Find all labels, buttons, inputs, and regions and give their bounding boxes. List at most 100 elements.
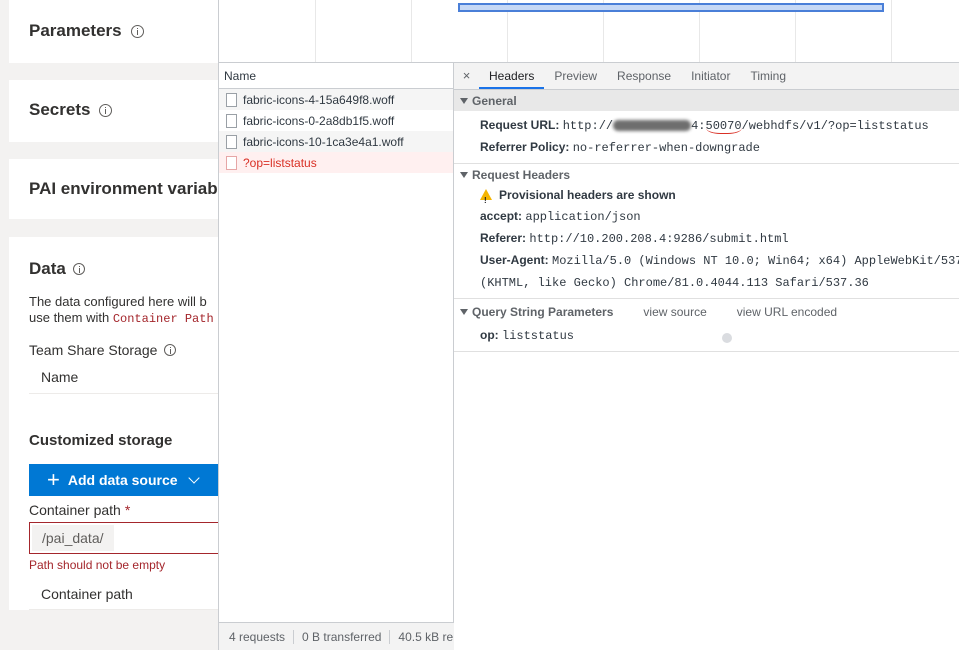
referer-value: http://10.200.208.4:9286/submit.html	[529, 232, 789, 246]
query-string-title: Query String Parameters	[472, 305, 614, 319]
secrets-label: Secrets	[29, 100, 91, 119]
referrer-policy-value: no-referrer-when-downgrade	[572, 141, 760, 155]
url-path: /webhdfs/v1/?op=liststatus	[741, 119, 929, 133]
tab-preview[interactable]: Preview	[544, 63, 607, 89]
warning-icon	[480, 189, 492, 211]
view-url-encoded-link[interactable]: view URL encoded	[737, 305, 837, 319]
user-agent-value: Mozilla/5.0 (Windows NT 10.0; Win64; x64…	[552, 254, 959, 268]
file-icon	[226, 155, 237, 170]
name-column-header[interactable]: Name	[41, 369, 78, 385]
request-row[interactable]: fabric-icons-10-1ca3e4a1.woff	[219, 131, 453, 152]
expand-triangle-icon	[460, 97, 468, 104]
expand-triangle-icon	[460, 171, 468, 178]
tab-initiator[interactable]: Initiator	[681, 63, 740, 89]
data-description: The data configured here will b use them…	[29, 294, 214, 327]
detail-tabs: × Headers Preview Response Initiator Tim…	[454, 63, 959, 90]
request-detail: × Headers Preview Response Initiator Tim…	[454, 63, 959, 650]
request-url-row: Request URL: http:// 4:50070/webhdfs/v1/?…	[454, 115, 959, 137]
op-value: liststatus	[502, 329, 575, 343]
view-source-link[interactable]: view source	[643, 305, 706, 319]
file-icon	[226, 134, 237, 149]
user-agent-row-cont: (KHTML, like Gecko) Chrome/81.0.4044.113…	[454, 272, 959, 294]
info-icon[interactable]	[130, 24, 144, 38]
parameters-title: Parameters	[29, 21, 144, 41]
chevron-down-icon	[187, 472, 200, 484]
request-name: fabric-icons-10-1ca3e4a1.woff	[243, 134, 404, 149]
info-icon[interactable]	[99, 103, 113, 117]
request-name: fabric-icons-4-15a649f8.woff	[243, 92, 395, 107]
required-asterisk: *	[124, 502, 131, 518]
add-data-source-button[interactable]: + Add data source	[29, 464, 218, 496]
accept-header-row: accept: application/json	[454, 206, 959, 228]
transferred-size: 0 B transferred	[294, 629, 391, 644]
container-path-label: Container path *	[29, 502, 130, 518]
data-desc-line2: use them with Container Path	[29, 310, 214, 327]
request-url-value: http:// 4:50070/webhdfs/v1/?op=liststatus	[562, 119, 929, 134]
network-overview[interactable]	[219, 0, 959, 63]
request-row[interactable]: fabric-icons-4-15a649f8.woff	[219, 89, 453, 110]
referrer-policy-key: Referrer Policy:	[480, 140, 570, 154]
parameters-card[interactable]: Parameters	[9, 0, 218, 63]
secrets-card[interactable]: Secrets	[9, 80, 218, 142]
overview-gridline	[315, 0, 316, 62]
request-headers-title: Request Headers	[472, 167, 571, 182]
info-icon[interactable]	[164, 344, 177, 356]
redacted-host	[613, 120, 692, 132]
request-count: 4 requests	[219, 629, 295, 644]
divider	[29, 609, 218, 610]
request-list: Name fabric-icons-4-15a649f8.woff fabric-…	[219, 63, 454, 650]
query-string-section-header[interactable]: Query String Parameters view source view…	[454, 299, 959, 325]
request-name: fabric-icons-0-2a8db1f5.woff	[243, 113, 395, 128]
divider	[29, 393, 218, 394]
url-scheme: http://	[562, 119, 614, 133]
data-card	[9, 237, 218, 610]
network-status-bar: 4 requests 0 B transferred 40.5 kB re	[219, 622, 454, 650]
pai-env-title: PAI environment variable	[29, 179, 218, 198]
url-port: 50070	[705, 119, 742, 134]
info-icon[interactable]	[72, 263, 85, 275]
request-row[interactable]: fabric-icons-0-2a8db1f5.woff	[219, 110, 453, 131]
secrets-title: Secrets	[29, 100, 113, 120]
name-column-header[interactable]: Name	[219, 63, 453, 89]
referer-key: Referer:	[480, 231, 527, 245]
user-agent-value-cont: (KHTML, like Gecko) Chrome/81.0.4044.113…	[480, 276, 869, 290]
general-title: General	[472, 93, 517, 108]
tab-timing[interactable]: Timing	[740, 63, 796, 89]
data-title: Data	[29, 259, 85, 279]
request-url-key: Request URL:	[480, 118, 560, 132]
container-path-code: Container Path	[112, 312, 214, 326]
provisional-warning: Provisional headers are shown	[499, 188, 676, 202]
tab-response[interactable]: Response	[607, 63, 681, 89]
devtools-network-panel: Name fabric-icons-4-15a649f8.woff fabric-…	[218, 0, 959, 650]
request-row[interactable]: ?op=liststatus	[219, 152, 453, 173]
parameters-label: Parameters	[29, 21, 122, 40]
file-icon	[226, 113, 237, 128]
pai-env-card[interactable]: PAI environment variable	[9, 159, 218, 219]
path-error-message: Path should not be empty	[29, 558, 166, 572]
referer-header-row: Referer: http://10.200.208.4:9286/submit…	[454, 228, 959, 250]
request-rows: fabric-icons-4-15a649f8.woff fabric-icons…	[219, 89, 453, 173]
tab-headers[interactable]: Headers	[479, 63, 545, 89]
customized-storage-title: Customized storage	[29, 432, 173, 449]
container-path-input[interactable]: /pai_data/	[29, 522, 218, 554]
cursor-indicator	[722, 333, 732, 343]
plus-icon: +	[47, 467, 60, 492]
overview-gridline	[891, 0, 892, 62]
query-param-row: op: liststatus	[454, 325, 959, 347]
request-name: ?op=liststatus	[243, 155, 317, 170]
accept-key: accept:	[480, 209, 523, 223]
provisional-warning-row: Provisional headers are shown	[454, 185, 959, 211]
user-agent-row: User-Agent: Mozilla/5.0 (Windows NT 10.0…	[454, 250, 959, 272]
team-share-storage-label: Team Share Storage	[29, 342, 177, 358]
expand-triangle-icon	[460, 309, 468, 315]
path-prefix: /pai_data/	[32, 525, 114, 551]
container-path-column-header[interactable]: Container path	[41, 586, 133, 602]
request-headers-section-header[interactable]: Request Headers	[454, 164, 959, 185]
timeline-selection[interactable]	[458, 3, 884, 12]
add-data-source-label: Add data source	[67, 472, 178, 488]
resources-size: 40.5 kB re	[398, 629, 454, 644]
referrer-policy-row: Referrer Policy: no-referrer-when-downgr…	[454, 137, 959, 159]
data-label: Data	[29, 259, 66, 278]
general-section-header[interactable]: General	[454, 90, 959, 111]
close-icon[interactable]: ×	[454, 63, 479, 89]
